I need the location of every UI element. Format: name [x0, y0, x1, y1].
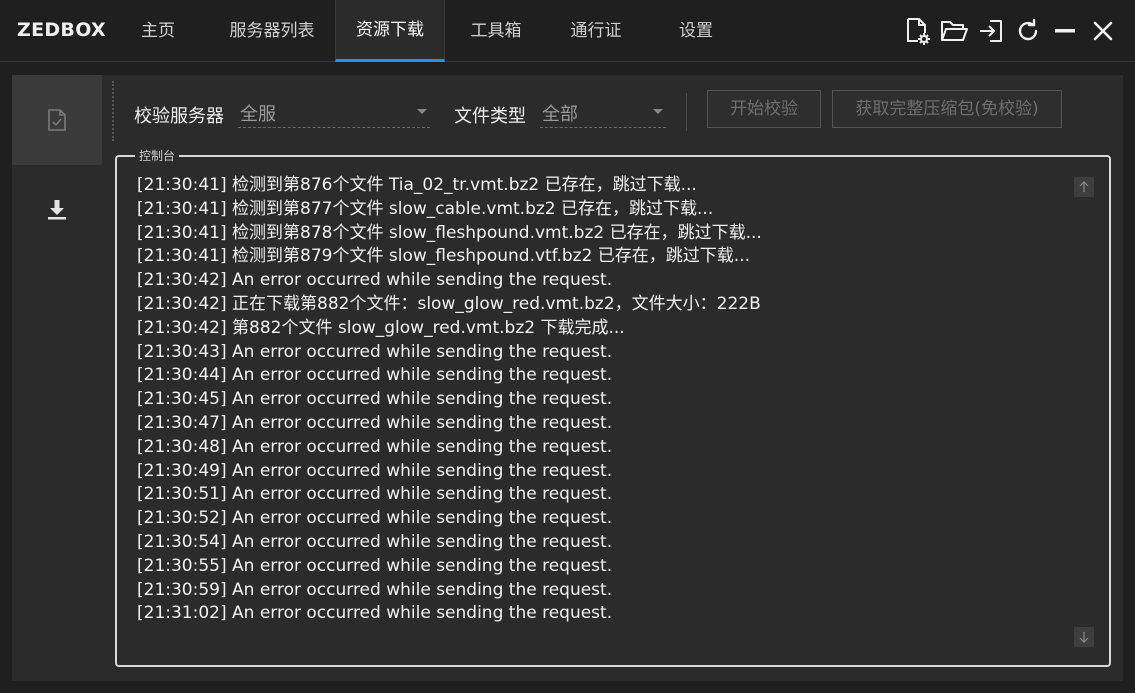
tab-server-list[interactable]: 服务器列表 [212, 0, 332, 62]
log-line: [21:30:42] 第882个文件 slow_glow_red.vmt.bz2… [137, 317, 625, 338]
download-icon [48, 200, 66, 220]
toolbar-divider [686, 93, 687, 131]
server-select-value: 全服 [240, 104, 276, 125]
log-line: [21:30:44] An error occurred while sendi… [137, 365, 613, 386]
log-line: [21:30:41] 检测到第877个文件 slow_cable.vmt.bz2… [137, 198, 714, 219]
log-line: [21:31:02] An error occurred while sendi… [137, 603, 613, 624]
folder-open-icon[interactable] [939, 16, 969, 46]
tab-toolbox[interactable]: 工具箱 [460, 0, 532, 62]
log-line: [21:30:59] An error occurred while sendi… [137, 579, 613, 600]
sign-in-icon[interactable] [976, 16, 1006, 46]
log-line: [21:30:54] An error occurred while sendi… [137, 531, 613, 552]
server-select[interactable]: 全服 [238, 94, 430, 128]
start-verify-button[interactable]: 开始校验 [707, 90, 821, 128]
sidebar-item-verify[interactable] [12, 75, 102, 165]
get-full-package-button[interactable]: 获取完整压缩包(免校验) [832, 90, 1062, 128]
console-title: 控制台 [135, 148, 180, 164]
tab-pass[interactable]: 通行证 [556, 0, 636, 62]
tab-settings[interactable]: 设置 [664, 0, 728, 62]
arrow-up-icon [1079, 181, 1089, 192]
log-line: [21:30:41] 检测到第879个文件 slow_fleshpound.vt… [137, 246, 751, 267]
log-line: [21:30:41] 检测到第878个文件 slow_fleshpound.vm… [137, 222, 762, 243]
minimize-icon[interactable] [1050, 16, 1080, 46]
log-line: [21:30:41] 检测到第876个文件 Tia_02_tr.vmt.bz2 … [137, 175, 697, 195]
filetype-select[interactable]: 全部 [540, 94, 666, 128]
file-settings-icon[interactable] [902, 16, 932, 46]
main-panel: 校验服务器 全服 文件类型 全部 开始校验 获取完整压缩包(免校验) 控制台 [… [102, 75, 1123, 681]
close-icon[interactable] [1088, 16, 1118, 46]
arrow-down-icon [1079, 632, 1089, 643]
log-line: [21:30:42] An error occurred while sendi… [137, 270, 613, 291]
app-brand: ZEDBOX [17, 19, 106, 41]
refresh-icon[interactable] [1013, 16, 1043, 46]
scroll-up-button[interactable] [1074, 177, 1094, 197]
file-check-icon [48, 109, 66, 131]
log-line: [21:30:51] An error occurred while sendi… [137, 484, 613, 505]
log-line: [21:30:43] An error occurred while sendi… [137, 341, 613, 362]
sidebar-item-download[interactable] [12, 165, 102, 255]
log-line: [21:30:47] An error occurred while sendi… [137, 412, 613, 433]
console-log: [21:30:41] 检测到第876个文件 Tia_02_tr.vmt.bz2 … [137, 174, 1057, 626]
log-line: [21:30:48] An error occurred while sendi… [137, 436, 613, 457]
chevron-down-icon [417, 109, 427, 114]
log-line: [21:30:52] An error occurred while sendi… [137, 508, 613, 529]
server-label: 校验服务器 [134, 106, 224, 127]
sidebar [12, 75, 102, 681]
chevron-down-icon [653, 109, 663, 114]
title-bar: ZEDBOX 主页 服务器列表 资源下载 工具箱 通行证 设置 [0, 0, 1135, 62]
log-line: [21:30:45] An error occurred while sendi… [137, 389, 613, 410]
console-panel: 控制台 [21:30:41] 检测到第876个文件 Tia_02_tr.vmt.… [115, 148, 1111, 667]
filetype-select-value: 全部 [542, 104, 578, 125]
tab-resource-download[interactable]: 资源下载 [335, 0, 445, 62]
log-line: [21:30:49] An error occurred while sendi… [137, 460, 613, 481]
verify-toolbar: 校验服务器 全服 文件类型 全部 开始校验 获取完整压缩包(免校验) [112, 81, 1123, 141]
log-line: [21:30:55] An error occurred while sendi… [137, 555, 613, 576]
scroll-down-button[interactable] [1074, 627, 1094, 647]
filetype-label: 文件类型 [454, 106, 526, 127]
tab-home[interactable]: 主页 [126, 0, 190, 62]
log-line: [21:30:42] 正在下载第882个文件：slow_glow_red.vmt… [137, 293, 761, 314]
